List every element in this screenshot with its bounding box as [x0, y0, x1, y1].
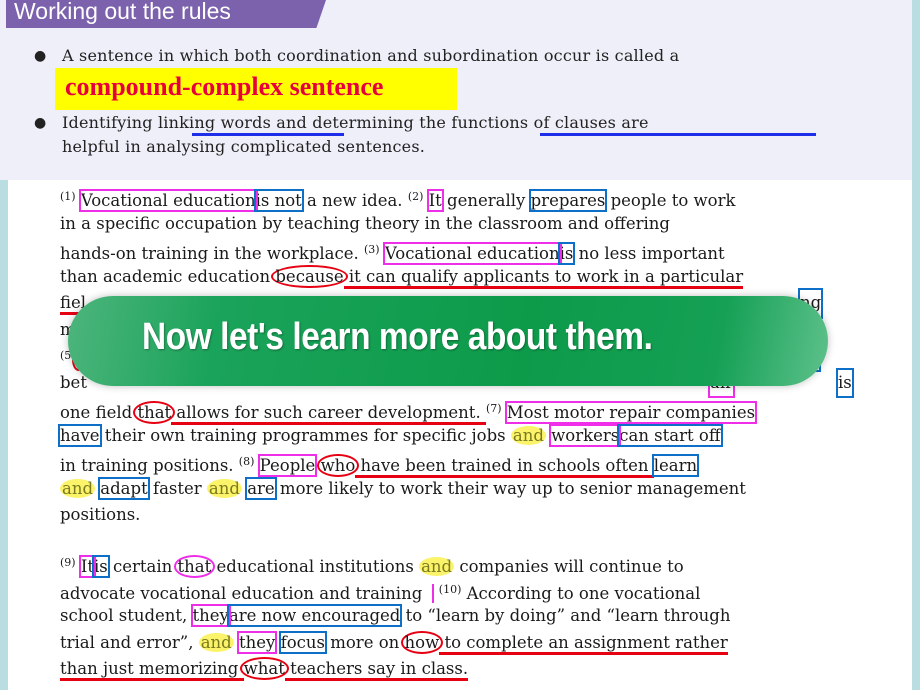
section-title-tab: Working out the rules: [6, 0, 326, 28]
clause-underline: teachers say in class.: [284, 659, 469, 681]
text: bet: [60, 372, 87, 392]
text: advocate vocational education and traini…: [60, 583, 423, 603]
passage-paragraph-2: (9) Itis certain that educational instit…: [60, 550, 731, 683]
clause-underline: to complete an assignment rather: [439, 632, 728, 655]
rule-bullet-2-line-1: Identifying linking words and determinin…: [62, 113, 649, 132]
bullet-icon: ●: [34, 115, 47, 131]
clause-underline: it can qualify applicants to work in a p…: [343, 266, 744, 289]
subject-box: they: [236, 630, 278, 654]
rule-bullet-2-line-2: helpful in analysing complicated sentenc…: [62, 137, 426, 156]
banner-text: Now let's learn more about them.: [142, 316, 653, 358]
passage-line: hands-on training in the workplace. (3) …: [60, 237, 755, 265]
sentence-number: (8): [238, 455, 255, 468]
predicate-box: prepares: [528, 189, 608, 212]
text: companies will continue to: [454, 557, 684, 576]
passage-line: and adapt faster and are more likely to …: [60, 476, 755, 503]
passage-line: in a specific occupation by teaching the…: [60, 211, 755, 238]
text: generally: [441, 191, 531, 210]
text: educational institutions: [211, 557, 420, 576]
text: school student,: [60, 606, 193, 625]
subject-box: People: [257, 454, 318, 477]
text: According to one vocational: [461, 583, 701, 603]
text: trial and error”,: [60, 632, 199, 652]
passage-line: trial and error”, and they focus more on…: [60, 630, 731, 657]
subject-box: they: [190, 604, 231, 627]
sentence-number: (7): [485, 402, 502, 415]
subject-box: workers: [549, 423, 622, 447]
predicate-box: adapt: [98, 476, 150, 500]
subject-box: Vocational education: [382, 242, 562, 265]
passage-line: than academic education because it can q…: [60, 264, 755, 291]
connector-circle: how: [400, 630, 444, 654]
term-compound-complex: compound-complex sentence: [65, 72, 384, 101]
subject-box: Vocational education: [78, 189, 258, 212]
predicate-box: have: [58, 423, 102, 447]
text: to “learn by doing” and “learn through: [400, 606, 731, 625]
passage-line: have their own training programmes for s…: [58, 423, 755, 450]
underline-functions-of-clauses: [540, 133, 816, 136]
text: more on: [324, 632, 405, 652]
term-highlight-box: compound-complex sentence: [55, 68, 457, 110]
section-title: Working out the rules: [14, 0, 231, 24]
bullet-icon: ●: [34, 48, 47, 64]
learn-more-banner-button[interactable]: Now let's learn more about them.: [68, 296, 828, 386]
text: one field: [60, 403, 138, 422]
text: more likely to work their way up to seni…: [274, 478, 746, 498]
predicate-box: is: [557, 242, 576, 265]
predicate-box: learn: [651, 454, 700, 477]
subject-box: Most motor repair companies: [504, 401, 758, 424]
passage-line: in training positions. (8) People who ha…: [60, 449, 755, 478]
rule-bullet-1: A sentence in which both coordination an…: [62, 46, 680, 65]
text: certain: [107, 557, 178, 576]
text: in training positions.: [60, 456, 239, 475]
coordinator-highlight: and: [419, 557, 455, 576]
text: positions.: [60, 505, 141, 524]
rules-panel: Working out the rules ● A sentence in wh…: [0, 0, 912, 180]
clause-underline: than just memorizing: [60, 659, 244, 681]
passage-line: (1) Vocational educationis not a new ide…: [60, 184, 755, 212]
sentence-number: (3): [364, 243, 380, 256]
predicate-box: is: [92, 555, 110, 578]
sentence-number: (2): [407, 190, 424, 203]
passage-line: (9) Itis certain that educational instit…: [60, 550, 731, 578]
connector-circle: who: [316, 454, 360, 477]
underline-linking-words: [192, 133, 344, 136]
text: hands-on training in the workplace.: [60, 244, 365, 263]
text: their own training programmes for specif…: [99, 425, 511, 445]
predicate-box: is not: [253, 189, 304, 212]
sentence-number: (10): [438, 582, 462, 596]
text: faster: [147, 478, 207, 498]
connector-circle: that: [133, 401, 176, 424]
coordinator-highlight: and: [198, 632, 234, 652]
predicate-box: are: [245, 476, 277, 500]
text: people to work: [605, 191, 736, 210]
connector-circle: that: [173, 555, 216, 578]
clause-bracket: [426, 583, 434, 603]
sentence-number: (1): [60, 190, 76, 203]
text: a new idea.: [301, 191, 408, 210]
subject-box: It: [426, 189, 444, 212]
coordinator-highlight: and: [60, 478, 96, 498]
text: no less important: [573, 244, 725, 263]
passage-line: one field that allows for such career de…: [60, 396, 758, 425]
connector-circle: what: [239, 657, 289, 680]
passage-line: positions.: [60, 502, 755, 529]
subject-box: It: [78, 555, 97, 578]
passage-line: than just memorizing what teachers say i…: [60, 656, 731, 683]
predicate-box: is: [836, 367, 854, 398]
sentence-number: (9): [60, 556, 76, 569]
passage-line: advocate vocational education and traini…: [60, 577, 731, 604]
predicate-box: can start off: [617, 423, 723, 447]
connector-circle: because: [271, 264, 348, 288]
text: than academic education: [60, 266, 276, 286]
coordinator-highlight: and: [206, 478, 242, 498]
predicate-box: focus: [278, 630, 328, 654]
coordinator-highlight: and: [510, 425, 546, 445]
text: in a specific occupation by teaching the…: [60, 213, 670, 233]
predicate-box: are now encouraged: [226, 604, 403, 627]
passage-line: school student, theyare now encouraged t…: [60, 603, 731, 630]
